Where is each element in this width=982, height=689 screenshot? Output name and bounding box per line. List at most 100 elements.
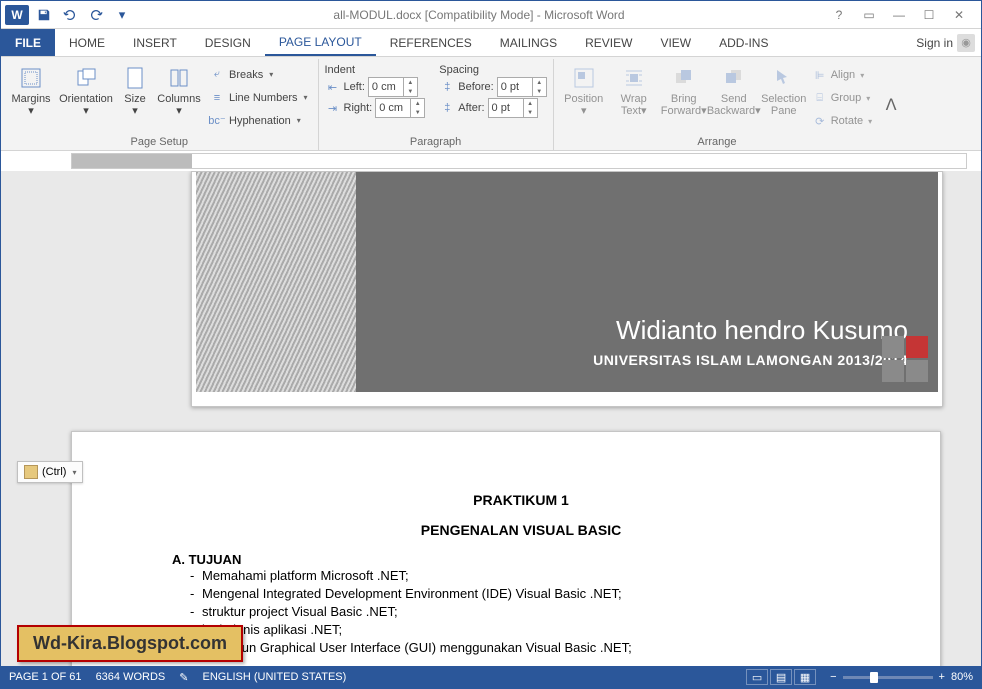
align-button[interactable]: ⊫Align▾ xyxy=(810,64,874,86)
web-layout-button[interactable]: ▦ xyxy=(794,669,816,685)
orientation-icon xyxy=(73,65,99,91)
print-layout-button[interactable]: ▤ xyxy=(770,669,792,685)
tab-file[interactable]: FILE xyxy=(1,29,55,56)
list-item: Mengenal Integrated Development Environm… xyxy=(190,585,870,603)
list-item: mbangun Graphical User Interface (GUI) m… xyxy=(190,639,870,657)
tab-design[interactable]: DESIGN xyxy=(191,29,265,56)
size-icon xyxy=(122,65,148,91)
indent-right-input[interactable]: 0 cm▲▼ xyxy=(375,98,425,118)
align-icon: ⊫ xyxy=(812,69,828,82)
section-heading: A. TUJUAN xyxy=(172,552,870,567)
group-label: Page Setup xyxy=(7,134,312,150)
zoom-out-button[interactable]: − xyxy=(830,671,836,683)
horizontal-ruler[interactable] xyxy=(1,151,981,171)
title-banner: Widianto hendro Kusumo UNIVERSITAS ISLAM… xyxy=(356,172,938,392)
line-numbers-button[interactable]: ≡Line Numbers▾ xyxy=(205,87,312,109)
document-area[interactable]: Widianto hendro Kusumo UNIVERSITAS ISLAM… xyxy=(1,171,981,666)
watermark-overlay: Wd-Kira.Blogspot.com xyxy=(17,625,243,662)
maximize-button[interactable]: ☐ xyxy=(915,5,943,25)
minimize-button[interactable]: — xyxy=(885,5,913,25)
group-paragraph: Indent ⇤Left: 0 cm▲▼ ⇥Right: 0 cm▲▼ Spac… xyxy=(319,59,554,150)
bring-forward-button[interactable]: Bring Forward▾ xyxy=(660,61,708,134)
paste-options-smarttag[interactable]: (Ctrl)▾ xyxy=(17,461,83,483)
send-backward-button[interactable]: Send Backward▾ xyxy=(710,61,758,134)
word-app-icon[interactable]: W xyxy=(5,5,29,25)
selection-pane-icon xyxy=(771,65,797,91)
hyphenation-icon: bc⁻ xyxy=(209,114,225,127)
language-status[interactable]: ENGLISH (UNITED STATES) xyxy=(202,671,346,683)
sign-in-link[interactable]: Sign in◉ xyxy=(910,29,981,56)
send-backward-icon xyxy=(721,65,747,91)
orientation-button[interactable]: Orientation▾ xyxy=(57,61,115,134)
qat-customize-icon[interactable]: ▾ xyxy=(111,4,133,26)
praktikum-title: PRAKTIKUM 1 xyxy=(172,492,870,508)
rotate-icon: ⟳ xyxy=(812,115,828,128)
tab-mailings[interactable]: MAILINGS xyxy=(486,29,571,56)
indent-left-icon: ⇤ xyxy=(325,81,341,94)
pattern-decoration xyxy=(196,172,356,392)
margins-icon xyxy=(18,65,44,91)
indent-left-input[interactable]: 0 cm▲▼ xyxy=(368,77,418,97)
rotate-button[interactable]: ⟳Rotate▾ xyxy=(810,110,874,132)
list-item: Memahami platform Microsoft .NET; xyxy=(190,567,870,585)
tab-review[interactable]: REVIEW xyxy=(571,29,646,56)
clipboard-icon xyxy=(24,465,38,479)
proofing-icon[interactable]: ✎ xyxy=(179,671,188,684)
selection-pane-button[interactable]: Selection Pane xyxy=(760,61,808,134)
columns-button[interactable]: Columns▾ xyxy=(155,61,203,134)
close-button[interactable]: ✕ xyxy=(945,5,973,25)
zoom-in-button[interactable]: + xyxy=(939,671,945,683)
breaks-icon: ⤶ xyxy=(209,68,225,81)
redo-icon[interactable] xyxy=(85,4,107,26)
indent-label: Indent xyxy=(325,64,426,76)
spacing-label: Spacing xyxy=(439,64,546,76)
status-bar: PAGE 1 OF 61 6364 WORDS ✎ ENGLISH (UNITE… xyxy=(1,666,981,688)
group-page-setup: Margins▾ Orientation▾ Size▾ Columns▾ ⤶Br… xyxy=(1,59,319,150)
zoom-slider[interactable] xyxy=(843,676,933,679)
page-header-block: Widianto hendro Kusumo UNIVERSITAS ISLAM… xyxy=(191,171,943,407)
tab-page-layout[interactable]: PAGE LAYOUT xyxy=(265,29,376,56)
subtitle: PENGENALAN VISUAL BASIC xyxy=(172,522,870,538)
tab-insert[interactable]: INSERT xyxy=(119,29,191,56)
collapse-ribbon-icon[interactable]: ᐱ xyxy=(880,59,902,150)
ribbon-tabs: FILE HOME INSERT DESIGN PAGE LAYOUT REFE… xyxy=(1,29,981,57)
view-mode-buttons: ▭ ▤ ▦ xyxy=(746,669,816,685)
ribbon-display-icon[interactable]: ▭ xyxy=(855,5,883,25)
author-name: Widianto hendro Kusumo xyxy=(386,315,908,346)
quick-access-toolbar: W ▾ xyxy=(1,4,133,26)
page-count[interactable]: PAGE 1 OF 61 xyxy=(9,671,82,683)
tab-addins[interactable]: ADD-INS xyxy=(705,29,782,56)
window-title: all-MODUL.docx [Compatibility Mode] - Mi… xyxy=(133,8,825,22)
save-icon[interactable] xyxy=(33,4,55,26)
hyphenation-button[interactable]: bc⁻Hyphenation▾ xyxy=(205,110,312,132)
wrap-text-button[interactable]: Wrap Text▾ xyxy=(610,61,658,134)
undo-icon[interactable] xyxy=(59,4,81,26)
position-button[interactable]: Position▾ xyxy=(560,61,608,134)
zoom-percent[interactable]: 80% xyxy=(951,671,973,683)
list-item: jenis-jenis aplikasi .NET; xyxy=(190,621,870,639)
spacing-after-icon: ‡ xyxy=(439,102,455,114)
spacing-before-input[interactable]: 0 pt▲▼ xyxy=(497,77,547,97)
help-icon[interactable]: ? xyxy=(825,5,853,25)
tab-home[interactable]: HOME xyxy=(55,29,119,56)
tab-view[interactable]: VIEW xyxy=(646,29,705,56)
avatar-icon: ◉ xyxy=(957,34,975,52)
margins-button[interactable]: Margins▾ xyxy=(7,61,55,134)
group-button[interactable]: ⌸Group▾ xyxy=(810,87,874,109)
spacing-after-input[interactable]: 0 pt▲▼ xyxy=(488,98,538,118)
spacing-before-icon: ‡ xyxy=(439,81,455,93)
read-mode-button[interactable]: ▭ xyxy=(746,669,768,685)
university-text: UNIVERSITAS ISLAM LAMONGAN 2013/2014 xyxy=(386,352,908,368)
indent-right-icon: ⇥ xyxy=(325,102,341,115)
ribbon: Margins▾ Orientation▾ Size▾ Columns▾ ⤶Br… xyxy=(1,57,981,151)
word-count[interactable]: 6364 WORDS xyxy=(96,671,166,683)
group-label: Arrange xyxy=(560,134,874,150)
tab-references[interactable]: REFERENCES xyxy=(376,29,486,56)
breaks-button[interactable]: ⤶Breaks▾ xyxy=(205,64,312,86)
title-bar: W ▾ all-MODUL.docx [Compatibility Mode] … xyxy=(1,1,981,29)
size-button[interactable]: Size▾ xyxy=(117,61,153,134)
group-icon: ⌸ xyxy=(812,92,828,105)
wrap-text-icon xyxy=(621,65,647,91)
square-decoration xyxy=(882,336,928,382)
columns-icon xyxy=(166,65,192,91)
